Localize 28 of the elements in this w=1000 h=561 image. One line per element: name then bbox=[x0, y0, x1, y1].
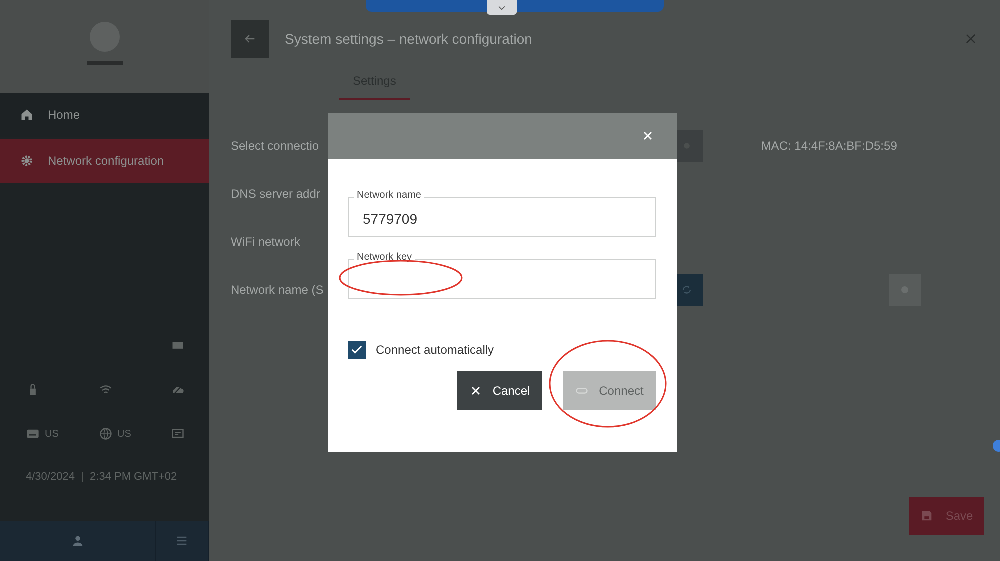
setting-label: DNS server addr bbox=[231, 187, 320, 201]
page-title: System settings – network configuration bbox=[285, 31, 534, 47]
checkbox-label: Connect automatically bbox=[376, 343, 494, 357]
setting-label: Select connectio bbox=[231, 139, 320, 153]
menu-icon bbox=[175, 534, 189, 548]
screen-icon bbox=[171, 427, 185, 441]
locale-label: US bbox=[45, 428, 59, 440]
floppy-icon bbox=[920, 509, 934, 523]
setting-label: Network name (S bbox=[231, 283, 324, 297]
close-button[interactable] bbox=[964, 32, 978, 46]
setting-label: WiFi network bbox=[231, 235, 300, 249]
date-time: 4/30/2024 | 2:34 PM GMT+02 bbox=[26, 471, 178, 483]
toolbar-toggle[interactable] bbox=[487, 0, 517, 15]
locale-label: US bbox=[118, 428, 132, 440]
keyboard-icon bbox=[26, 427, 40, 441]
gear-icon bbox=[20, 154, 34, 168]
refresh-icon bbox=[680, 283, 694, 297]
mac-address: MAC: 14:4F:8A:BF:D5:59 bbox=[761, 139, 898, 153]
user-icon bbox=[70, 534, 84, 548]
menu-item[interactable]: Network configuration bbox=[0, 139, 209, 183]
text-field[interactable]: 5779709 bbox=[348, 197, 656, 237]
globe-icon bbox=[98, 427, 112, 441]
cancel-button[interactable]: Cancel bbox=[457, 371, 542, 410]
close-icon bbox=[964, 32, 978, 46]
home-icon bbox=[20, 108, 34, 122]
field-label: Network key bbox=[354, 252, 416, 264]
checkbox[interactable] bbox=[348, 341, 366, 359]
check-icon bbox=[350, 343, 364, 357]
